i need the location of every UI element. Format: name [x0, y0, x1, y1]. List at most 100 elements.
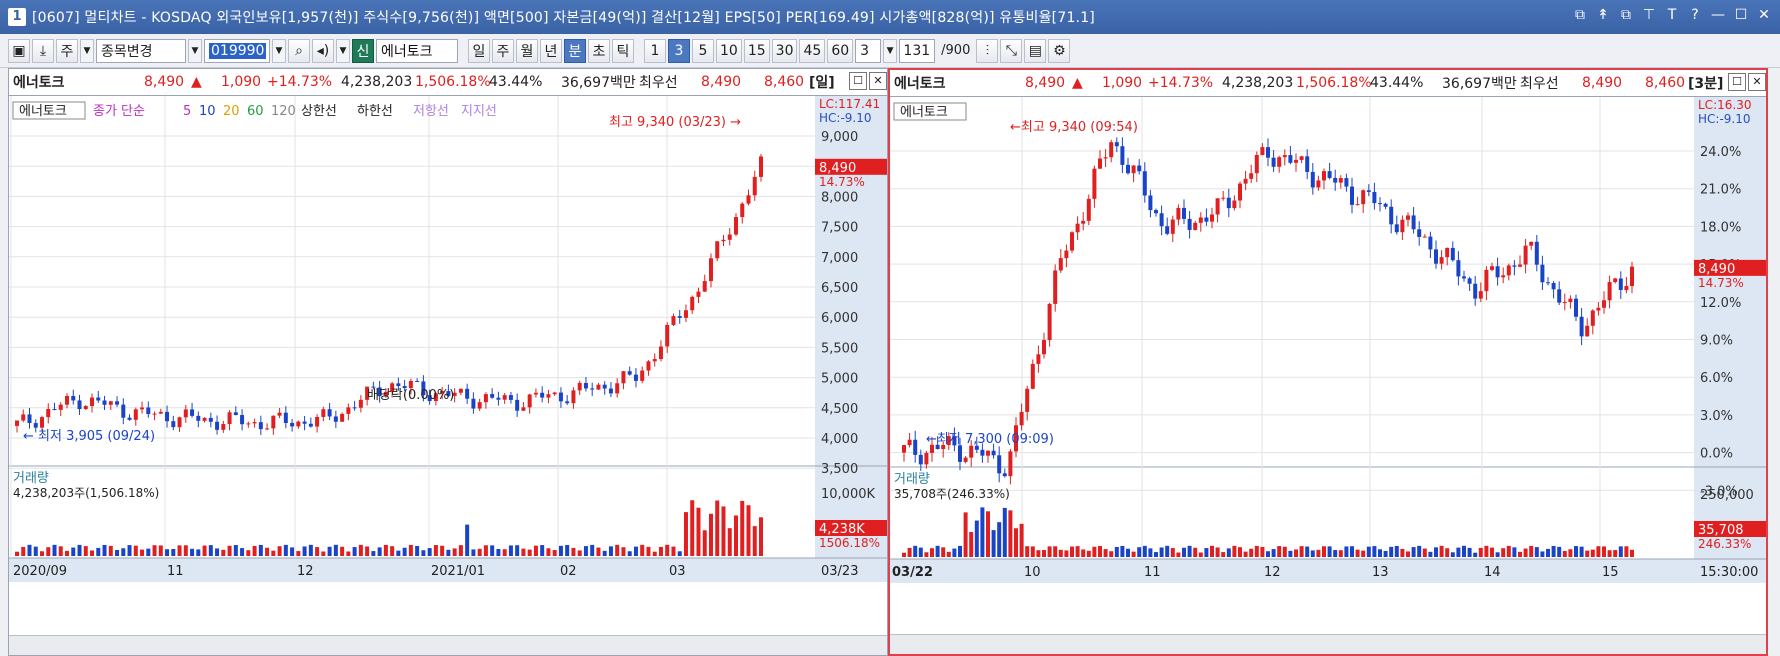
candle-body	[1422, 236, 1427, 238]
volume-bar	[913, 545, 918, 557]
interval-input[interactable]: 3	[855, 38, 882, 63]
minimize-button[interactable]: —	[1710, 6, 1726, 24]
candle-body	[913, 439, 918, 455]
chevron-down-icon[interactable]: ▼	[883, 38, 898, 63]
volume-bar	[1506, 545, 1511, 557]
volume-bar	[15, 551, 19, 556]
candle-body	[1170, 219, 1175, 234]
chevron-down-icon[interactable]: ▼	[336, 38, 350, 63]
volume-bar	[471, 549, 476, 556]
candle-body	[907, 439, 912, 446]
download-icon[interactable]: ⤓	[32, 38, 54, 63]
restore-icon[interactable]: ☐	[849, 72, 867, 90]
chevron-down-icon[interactable]: ▼	[188, 38, 202, 63]
new-badge[interactable]: 신	[352, 38, 374, 63]
volume-bar	[1574, 546, 1578, 557]
volume-bar	[315, 547, 320, 556]
layout-icon[interactable]: ▣	[8, 38, 30, 63]
daily-chart[interactable]: 9,0008,5008,0007,5007,0006,5006,0005,500…	[9, 96, 887, 636]
maximize-button[interactable]: ☐	[1733, 6, 1749, 24]
candle-body	[1294, 159, 1298, 163]
candle-body	[1204, 217, 1209, 222]
indicator-icon[interactable]: ⫶	[976, 38, 999, 63]
speaker-icon[interactable]: ◂)	[312, 38, 334, 63]
volume-last-pct: 1506.18%	[819, 536, 880, 550]
close-icon[interactable]: ✕	[869, 72, 887, 90]
interval-60-button[interactable]: 60	[827, 38, 854, 63]
hc-label: HC:-9.10	[819, 111, 872, 125]
x-last-label: 03/23	[821, 564, 858, 579]
period-second-button[interactable]: 초	[588, 38, 610, 63]
interval-1-button[interactable]: 1	[644, 38, 666, 63]
legend-item: 하한선	[357, 104, 393, 119]
help-icon[interactable]: ?	[1687, 6, 1703, 24]
candle-body	[1327, 171, 1332, 178]
interval-15-button[interactable]: 15	[743, 38, 770, 63]
candle-body	[171, 421, 176, 428]
period-week-button[interactable]: 주	[492, 38, 514, 63]
search-icon[interactable]: ⌕	[288, 38, 310, 63]
candle-body	[1266, 147, 1270, 158]
candle-body	[1131, 165, 1136, 174]
volume-bar	[1193, 547, 1198, 557]
volume-bar	[1277, 546, 1282, 557]
interval-3-button[interactable]: 3	[668, 38, 690, 63]
volume-bar	[935, 545, 940, 557]
interval-5-button[interactable]: 5	[692, 38, 714, 63]
candle-body	[1030, 363, 1035, 389]
top-icon[interactable]: ⊤	[1641, 6, 1657, 24]
volume-bar	[1338, 550, 1343, 557]
code-input[interactable]: 019990	[204, 38, 270, 63]
horizontal-scrollbar[interactable]	[9, 635, 887, 655]
volume-bar	[165, 549, 170, 556]
volume-bar	[1473, 552, 1478, 557]
stock-change-select[interactable]: 종목변경	[96, 38, 186, 63]
period-tick-button[interactable]: 틱	[612, 38, 634, 63]
save-icon[interactable]: ▤	[1024, 38, 1047, 63]
pin-icon[interactable]: ↟	[1595, 6, 1611, 24]
ask-price: 8,490	[1582, 75, 1623, 91]
volume-bar	[33, 546, 38, 556]
close-icon[interactable]: ✕	[1748, 73, 1766, 91]
interval-10-button[interactable]: 10	[716, 38, 742, 63]
period-minute-button[interactable]: 분	[564, 38, 586, 63]
minute-chart[interactable]: 24.0%21.0%18.0%15.0%12.0%9.0%6.0%3.0%0.0…	[889, 97, 1766, 635]
horizontal-scrollbar[interactable]	[890, 634, 1766, 654]
period-month-button[interactable]: 월	[516, 38, 538, 63]
candle-body	[527, 394, 532, 408]
period-year-button[interactable]: 년	[540, 38, 562, 63]
candle-body	[108, 401, 113, 405]
count-input[interactable]: 131	[899, 38, 936, 63]
copy-icon[interactable]: ⧉	[1618, 6, 1634, 24]
font-icon[interactable]: T	[1664, 6, 1680, 24]
candle-body	[1019, 411, 1024, 426]
stock-name-field[interactable]: 에너토크	[376, 38, 458, 63]
candle-body	[1366, 190, 1371, 192]
candle-body	[415, 380, 420, 382]
link-icon[interactable]: ⧉	[1572, 6, 1588, 24]
stock-scope-select[interactable]: 주	[56, 38, 78, 63]
legend-item: 종가 단순	[93, 104, 145, 119]
chevron-down-icon[interactable]: ▼	[272, 38, 286, 63]
y-tick-label: 4,000	[821, 432, 858, 447]
volume-bar	[1378, 549, 1382, 557]
candle-body	[1165, 226, 1170, 234]
period-day-button[interactable]: 일	[468, 38, 490, 63]
candle-body	[1333, 177, 1338, 183]
volume-bar	[1529, 545, 1534, 557]
candle-body	[1008, 451, 1013, 477]
candle-body	[477, 402, 482, 409]
candle-body	[1260, 147, 1265, 155]
interval-30-button[interactable]: 30	[771, 38, 798, 63]
volume-bar	[1557, 546, 1562, 557]
chevron-down-icon[interactable]: ▼	[80, 38, 94, 63]
close-button[interactable]: ✕	[1756, 6, 1772, 24]
restore-icon[interactable]: ☐	[1728, 73, 1746, 91]
draw-tool-icon[interactable]: ⤡	[1000, 38, 1023, 63]
candle-body	[308, 423, 313, 427]
legend-stock: 에너토크	[19, 104, 67, 119]
interval-45-button[interactable]: 45	[799, 38, 826, 63]
volume-bar	[1630, 549, 1634, 557]
settings-icon[interactable]: ⚙	[1048, 38, 1071, 63]
volume-bar	[1042, 550, 1046, 557]
